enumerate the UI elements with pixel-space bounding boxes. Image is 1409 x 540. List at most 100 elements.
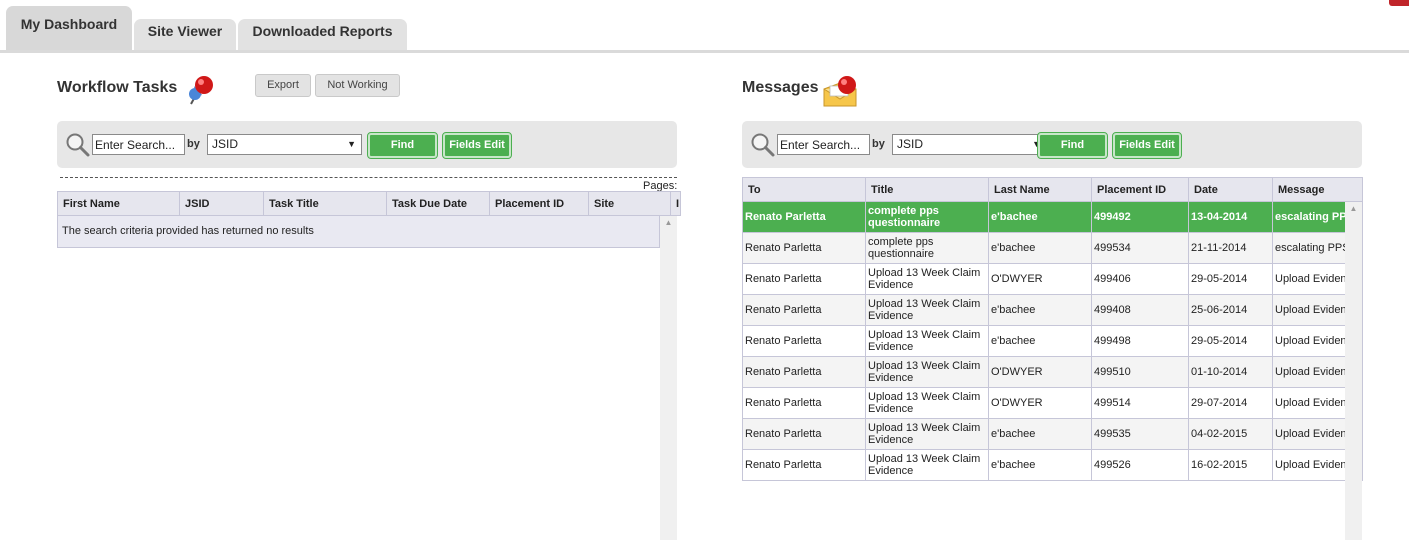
- select-value: JSID: [897, 137, 924, 151]
- cell-title: Upload 13 Week Claim Evidence: [865, 449, 989, 481]
- table-row[interactable]: Renato Parletta Upload 13 Week Claim Evid…: [742, 294, 1363, 326]
- export-button[interactable]: Export: [255, 74, 311, 97]
- cell-title: Upload 13 Week Claim Evidence: [865, 418, 989, 450]
- cell-last-name: e'bachee: [988, 232, 1092, 264]
- cell-to: Renato Parletta: [742, 325, 866, 357]
- cell-date: 21-11-2014: [1188, 232, 1273, 264]
- tab-site-viewer[interactable]: Site Viewer: [134, 19, 236, 50]
- cell-date: 16-02-2015: [1188, 449, 1273, 481]
- search-icon: [751, 133, 775, 157]
- messages-search-bar: by JSID ▼ Find Fields Edit: [742, 121, 1362, 168]
- table-header-row: First Name JSID Task Title Task Due Date…: [57, 191, 681, 216]
- cell-to: Renato Parletta: [742, 418, 866, 450]
- tab-bar: My Dashboard Site Viewer Downloaded Repo…: [0, 0, 1409, 53]
- cell-to: Renato Parletta: [742, 263, 866, 295]
- cell-title: complete pps questionnaire: [865, 201, 989, 233]
- tab-bar-divider: [0, 50, 1409, 53]
- column-header-message[interactable]: Message: [1272, 177, 1363, 202]
- column-header-last-name[interactable]: Last Name: [988, 177, 1092, 202]
- cell-title: Upload 13 Week Claim Evidence: [865, 387, 989, 419]
- workflow-tasks-title: Workflow Tasks: [57, 79, 178, 96]
- search-icon: [66, 133, 90, 157]
- messages-find-button[interactable]: Find: [1037, 132, 1108, 159]
- table-row[interactable]: Renato Parletta Upload 13 Week Claim Evid…: [742, 356, 1363, 388]
- column-header-task-title[interactable]: Task Title: [263, 191, 387, 216]
- cell-date: 04-02-2015: [1188, 418, 1273, 450]
- cell-to: Renato Parletta: [742, 201, 866, 233]
- column-header-site[interactable]: Site: [588, 191, 671, 216]
- cell-date: 29-05-2014: [1188, 325, 1273, 357]
- column-header-to[interactable]: To: [742, 177, 866, 202]
- table-row[interactable]: Renato Parletta Upload 13 Week Claim Evid…: [742, 418, 1363, 450]
- cell-placement-id: 499510: [1091, 356, 1189, 388]
- workflow-fields-edit-button[interactable]: Fields Edit: [442, 132, 512, 159]
- cell-last-name: O'DWYER: [988, 387, 1092, 419]
- cell-title: Upload 13 Week Claim Evidence: [865, 325, 989, 357]
- column-header-placement-id[interactable]: Placement ID: [1091, 177, 1189, 202]
- table-row[interactable]: Renato Parletta Upload 13 Week Claim Evid…: [742, 263, 1363, 295]
- not-working-button[interactable]: Not Working: [315, 74, 400, 97]
- column-header-first-name[interactable]: First Name: [57, 191, 180, 216]
- cell-last-name: e'bachee: [988, 201, 1092, 233]
- cell-last-name: e'bachee: [988, 449, 1092, 481]
- table-row[interactable]: Renato Parletta complete pps questionnair…: [742, 232, 1363, 264]
- envelope-alert-icon: [823, 76, 857, 107]
- cell-placement-id: 499514: [1091, 387, 1189, 419]
- messages-title: Messages: [742, 79, 819, 96]
- tab-downloaded-reports[interactable]: Downloaded Reports: [238, 19, 407, 50]
- cell-to: Renato Parletta: [742, 294, 866, 326]
- scroll-up-icon[interactable]: ▲: [660, 218, 677, 227]
- table-row[interactable]: Renato Parletta complete pps questionnair…: [742, 201, 1363, 233]
- table-header-row: To Title Last Name Placement ID Date Mes…: [742, 177, 1363, 202]
- workflow-search-bar: by JSID ▼ Find Fields Edit: [57, 121, 677, 168]
- cell-placement-id: 499406: [1091, 263, 1189, 295]
- column-header-placement-id[interactable]: Placement ID: [489, 191, 589, 216]
- messages-table: To Title Last Name Placement ID Date Mes…: [742, 177, 1363, 481]
- cell-to: Renato Parletta: [742, 387, 866, 419]
- cell-to: Renato Parletta: [742, 449, 866, 481]
- cell-placement-id: 499408: [1091, 294, 1189, 326]
- column-header-date[interactable]: Date: [1188, 177, 1273, 202]
- cell-to: Renato Parletta: [742, 356, 866, 388]
- workflow-find-button[interactable]: Find: [367, 132, 438, 159]
- column-header-title[interactable]: Title: [865, 177, 989, 202]
- by-label: by: [187, 138, 200, 150]
- messages-search-input[interactable]: [777, 134, 870, 155]
- cell-date: 01-10-2014: [1188, 356, 1273, 388]
- workflow-search-input[interactable]: [92, 134, 185, 155]
- cell-title: Upload 13 Week Claim Evidence: [865, 294, 989, 326]
- cell-last-name: e'bachee: [988, 325, 1092, 357]
- cell-title: complete pps questionnaire: [865, 232, 989, 264]
- cell-date: 13-04-2014: [1188, 201, 1273, 233]
- table-row[interactable]: Renato Parletta Upload 13 Week Claim Evid…: [742, 325, 1363, 357]
- empty-results-message: The search criteria provided has returne…: [57, 216, 660, 248]
- cell-placement-id: 499498: [1091, 325, 1189, 357]
- cell-last-name: O'DWYER: [988, 263, 1092, 295]
- workflow-search-field-select[interactable]: JSID ▼: [207, 134, 362, 155]
- messages-vertical-scrollbar[interactable]: ▲: [1345, 202, 1362, 540]
- scroll-up-icon[interactable]: ▲: [1345, 204, 1362, 213]
- cell-title: Upload 13 Week Claim Evidence: [865, 263, 989, 295]
- cell-placement-id: 499535: [1091, 418, 1189, 450]
- cell-last-name: O'DWYER: [988, 356, 1092, 388]
- messages-search-field-select[interactable]: JSID ▼: [892, 134, 1047, 155]
- select-value: JSID: [212, 137, 239, 151]
- column-header-truncated[interactable]: I: [670, 191, 681, 216]
- cell-last-name: e'bachee: [988, 294, 1092, 326]
- pushpin-icon: [189, 76, 213, 105]
- table-row[interactable]: Renato Parletta Upload 13 Week Claim Evid…: [742, 449, 1363, 481]
- chevron-down-icon: ▼: [347, 139, 356, 149]
- column-header-task-due-date[interactable]: Task Due Date: [386, 191, 490, 216]
- cell-date: 29-05-2014: [1188, 263, 1273, 295]
- cell-placement-id: 499526: [1091, 449, 1189, 481]
- workflow-tasks-table: First Name JSID Task Title Task Due Date…: [57, 191, 681, 216]
- workflow-vertical-scrollbar[interactable]: ▲: [660, 216, 677, 540]
- messages-fields-edit-button[interactable]: Fields Edit: [1112, 132, 1182, 159]
- cell-last-name: e'bachee: [988, 418, 1092, 450]
- table-row[interactable]: Renato Parletta Upload 13 Week Claim Evid…: [742, 387, 1363, 419]
- tab-my-dashboard[interactable]: My Dashboard: [6, 6, 132, 53]
- cell-title: Upload 13 Week Claim Evidence: [865, 356, 989, 388]
- by-label: by: [872, 138, 885, 150]
- cell-placement-id: 499492: [1091, 201, 1189, 233]
- column-header-jsid[interactable]: JSID: [179, 191, 264, 216]
